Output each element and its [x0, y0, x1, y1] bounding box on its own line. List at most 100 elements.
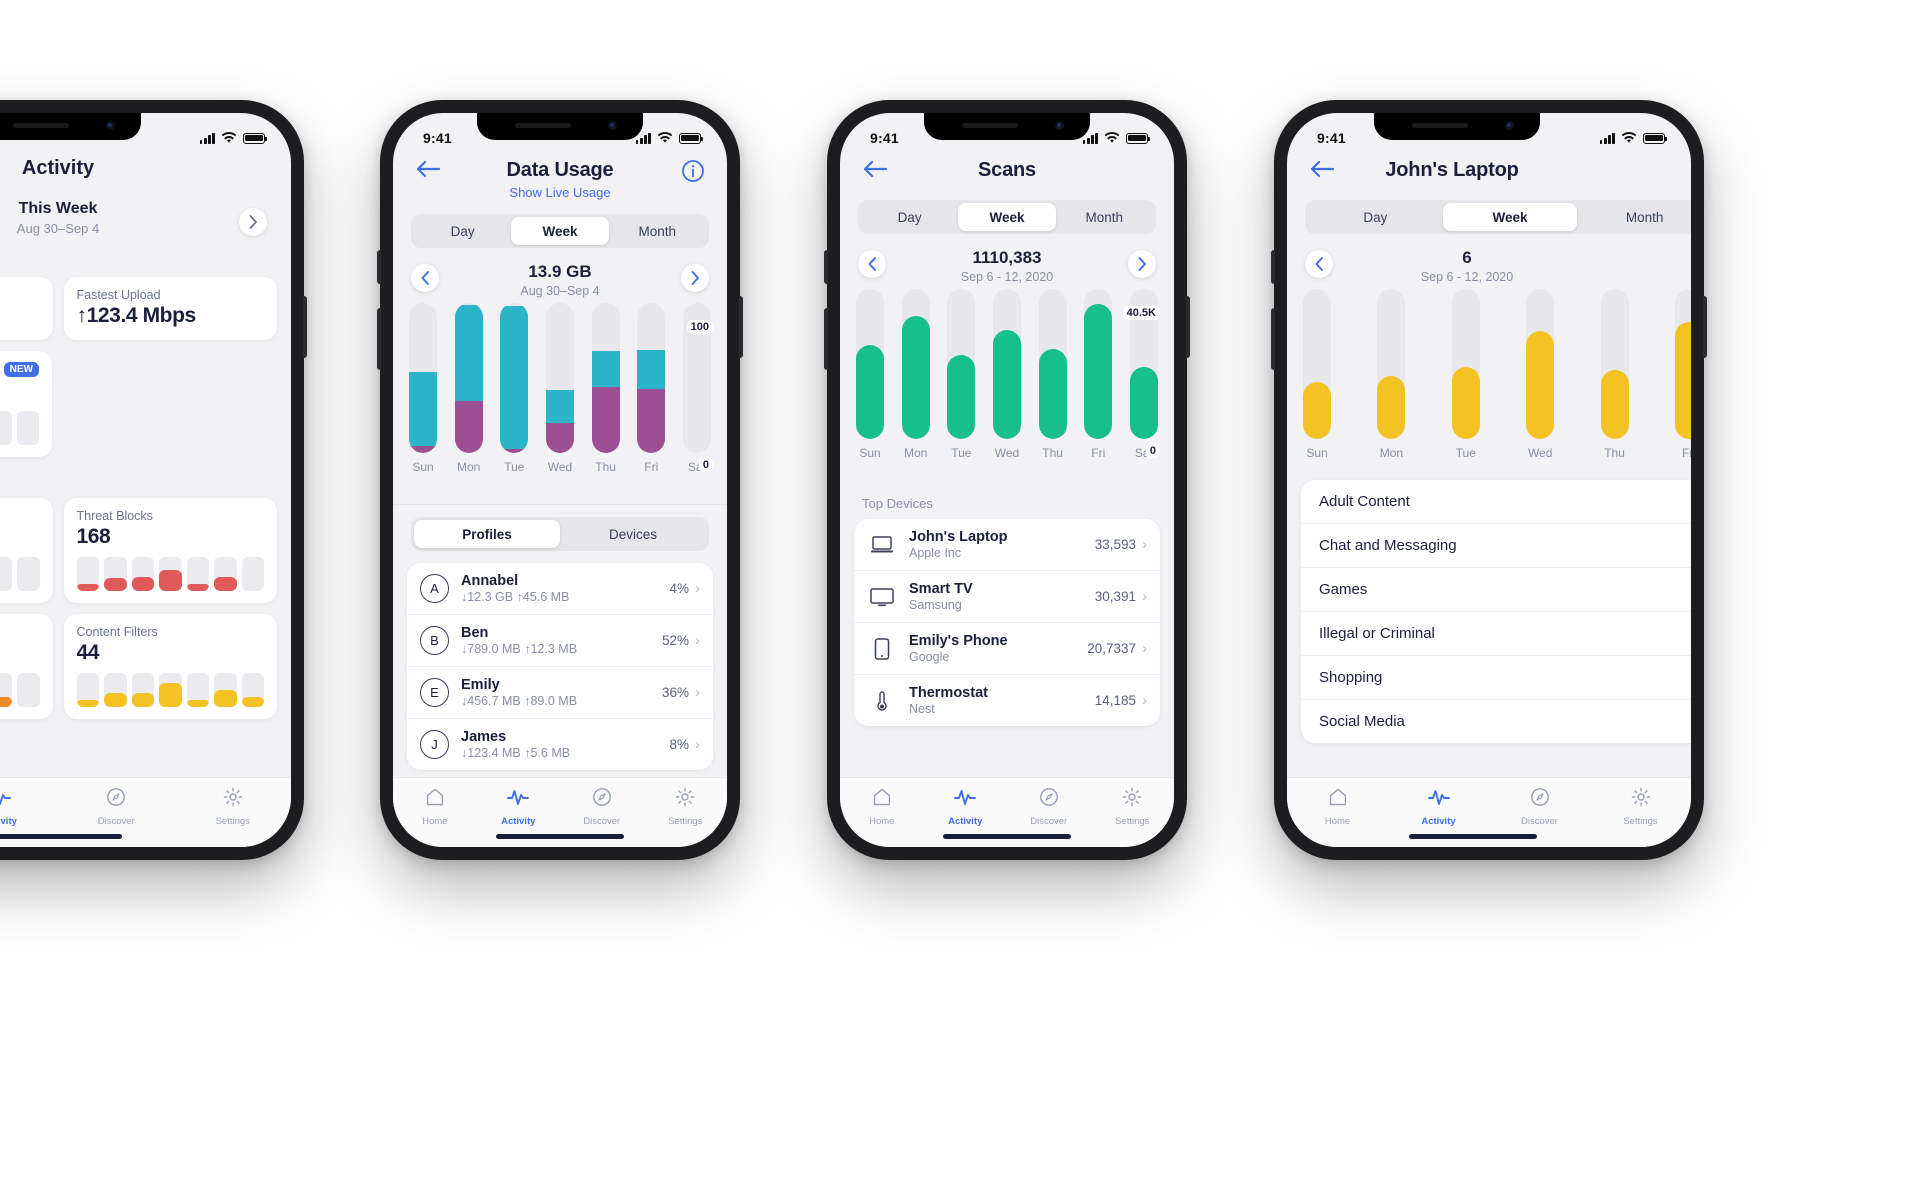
- card-value: 13.9 GB: [0, 379, 39, 403]
- chart-column[interactable]: Mon: [454, 303, 483, 474]
- card-ad-blocks[interactable]: Ad Blocks 38: [0, 614, 53, 719]
- device-row[interactable]: John's Laptop Apple Inc 33,593 ›: [854, 519, 1160, 571]
- chart-bar-track: [1451, 289, 1480, 439]
- chart-x-label: Thu: [1604, 446, 1625, 460]
- chart-column[interactable]: Fri: [637, 303, 666, 474]
- chart-bar-segment: [409, 445, 437, 453]
- card-scans[interactable]: Scans 15,875: [0, 498, 53, 603]
- tab-activity[interactable]: Activity: [1388, 787, 1489, 827]
- card-fastest-upload[interactable]: Fastest Upload ↑123.4 Mbps: [63, 277, 277, 340]
- profile-row[interactable]: B Ben ↓789.0 MB ↑12.3 MB 52% ›: [407, 615, 713, 667]
- card-fastest-download[interactable]: Fastest Download ↓123 Mbps: [0, 277, 53, 340]
- chart-bar-fill: [947, 355, 976, 439]
- profile-row[interactable]: E Emily ↓456.7 MB ↑89.0 MB 36% ›: [407, 667, 713, 719]
- device-row[interactable]: Thermostat Nest 14,185 ›: [854, 675, 1160, 726]
- segment-profiles[interactable]: Profiles: [414, 520, 560, 548]
- next-period-button[interactable]: [681, 264, 709, 292]
- profile-row[interactable]: A Annabel ↓12.3 GB ↑45.6 MB 4% ›: [407, 563, 713, 615]
- filter-row[interactable]: Shopping: [1301, 656, 1691, 700]
- filter-row[interactable]: Adult Content: [1301, 480, 1691, 524]
- segment-month[interactable]: Month: [1056, 203, 1153, 231]
- tab-activity[interactable]: Activity: [924, 787, 1008, 827]
- next-period-button[interactable]: [1128, 250, 1156, 278]
- chart-column[interactable]: Tue: [500, 303, 529, 474]
- tab-activity[interactable]: Activity: [0, 787, 58, 827]
- filter-row[interactable]: Illegal or Criminal: [1301, 612, 1691, 656]
- profile-row[interactable]: J James ↓123.4 MB ↑5.6 MB 8% ›: [407, 719, 713, 770]
- back-button[interactable]: [862, 159, 888, 183]
- info-icon: [682, 160, 704, 182]
- mini-bar-fill: [76, 699, 99, 707]
- tab-home[interactable]: Home: [1287, 787, 1388, 827]
- mini-bar: [241, 557, 264, 591]
- tab-discover[interactable]: Discover: [1007, 787, 1091, 827]
- chart-column[interactable]: Sun: [1303, 289, 1331, 460]
- period-segmented-control[interactable]: Day Week Month: [858, 200, 1156, 234]
- tab-settings[interactable]: Settings: [644, 787, 728, 827]
- page-title: Data Usage: [506, 159, 614, 181]
- tab-home[interactable]: Home: [393, 787, 477, 827]
- chart-column[interactable]: Tue: [1451, 289, 1480, 460]
- chart-column[interactable]: Thu: [1600, 289, 1629, 460]
- chart-x-label: Thu: [1042, 446, 1063, 460]
- prev-period-button[interactable]: [411, 264, 439, 292]
- tab-discover[interactable]: Discover: [1489, 787, 1590, 827]
- prev-period-button[interactable]: [1305, 250, 1333, 278]
- device-row[interactable]: Emily's Phone Google 20,7337 ›: [854, 623, 1160, 675]
- device-row[interactable]: Smart TV Samsung 30,391 ›: [854, 571, 1160, 623]
- chart-column[interactable]: Tue: [947, 289, 976, 460]
- segment-month[interactable]: Month: [1577, 203, 1691, 231]
- segment-devices[interactable]: Devices: [560, 520, 706, 548]
- card-data-usage[interactable]: Data Usage NEW 13.9 GB: [0, 351, 52, 457]
- segment-week[interactable]: Week: [958, 203, 1056, 231]
- card-threat-blocks[interactable]: Threat Blocks 168: [63, 498, 277, 603]
- mini-bar-fill: [104, 692, 127, 707]
- tab-discover[interactable]: Discover: [58, 787, 175, 827]
- chart-column[interactable]: Mon: [901, 289, 930, 460]
- next-week-button[interactable]: [239, 208, 267, 236]
- chart-column[interactable]: Mon: [1377, 289, 1406, 460]
- segment-week[interactable]: Week: [1442, 203, 1578, 231]
- device-value: 33,593: [1094, 537, 1136, 552]
- info-button[interactable]: [681, 159, 705, 183]
- filter-row[interactable]: Chat and Messaging: [1301, 524, 1691, 568]
- back-button[interactable]: [1309, 159, 1335, 183]
- chart-column[interactable]: Wed: [545, 303, 574, 474]
- segment-day[interactable]: Day: [861, 203, 958, 231]
- filter-row[interactable]: Games: [1301, 568, 1691, 612]
- segment-day[interactable]: Day: [1308, 203, 1443, 231]
- show-live-usage-link[interactable]: Show Live Usage: [393, 185, 727, 200]
- tab-settings[interactable]: Settings: [1590, 787, 1691, 827]
- phone-3-scans: 9:41 Scans Day Week Month 1110,383 Sep 6…: [824, 100, 1190, 860]
- filter-row[interactable]: Social Media: [1301, 700, 1691, 743]
- tab-discover[interactable]: Discover: [560, 787, 644, 827]
- profiles-devices-tabs[interactable]: Profiles Devices: [411, 517, 709, 551]
- chart-x-label: Tue: [951, 446, 972, 460]
- chart-column[interactable]: Sun: [409, 303, 437, 474]
- chart-bar-segment: [454, 304, 483, 401]
- back-button[interactable]: [415, 159, 441, 183]
- tab-settings[interactable]: Settings: [175, 787, 292, 827]
- chart-column[interactable]: Thu: [1038, 289, 1067, 460]
- chart-column[interactable]: Fri: [1084, 289, 1113, 460]
- tab-settings[interactable]: Settings: [1091, 787, 1175, 827]
- chart-column[interactable]: Sun: [856, 289, 884, 460]
- prev-period-button[interactable]: [858, 250, 886, 278]
- chart-bar-fill: [1600, 370, 1629, 439]
- period-segmented-control[interactable]: Day Week Month: [1305, 200, 1691, 234]
- segment-month[interactable]: Month: [609, 217, 706, 245]
- tab-home[interactable]: Home: [840, 787, 924, 827]
- chart-x-label: Sun: [412, 460, 434, 474]
- phone1-week-selector[interactable]: This Week Aug 30–Sep 4: [0, 200, 291, 236]
- tab-activity[interactable]: Activity: [477, 787, 561, 827]
- chart-column[interactable]: Fri: [1674, 289, 1691, 460]
- period-segmented-control[interactable]: Day Week Month: [411, 214, 709, 248]
- chart-column[interactable]: Thu: [591, 303, 620, 474]
- chart-column[interactable]: Wed: [992, 289, 1021, 460]
- card-content-filters[interactable]: Content Filters 44: [63, 614, 277, 719]
- segment-day[interactable]: Day: [414, 217, 511, 245]
- chart-bars: Sun Mon Tue Wed Thu Fri: [1303, 289, 1691, 460]
- chart-column[interactable]: Wed: [1526, 289, 1555, 460]
- segment-week[interactable]: Week: [511, 217, 609, 245]
- device-value: 30,391: [1094, 589, 1136, 604]
